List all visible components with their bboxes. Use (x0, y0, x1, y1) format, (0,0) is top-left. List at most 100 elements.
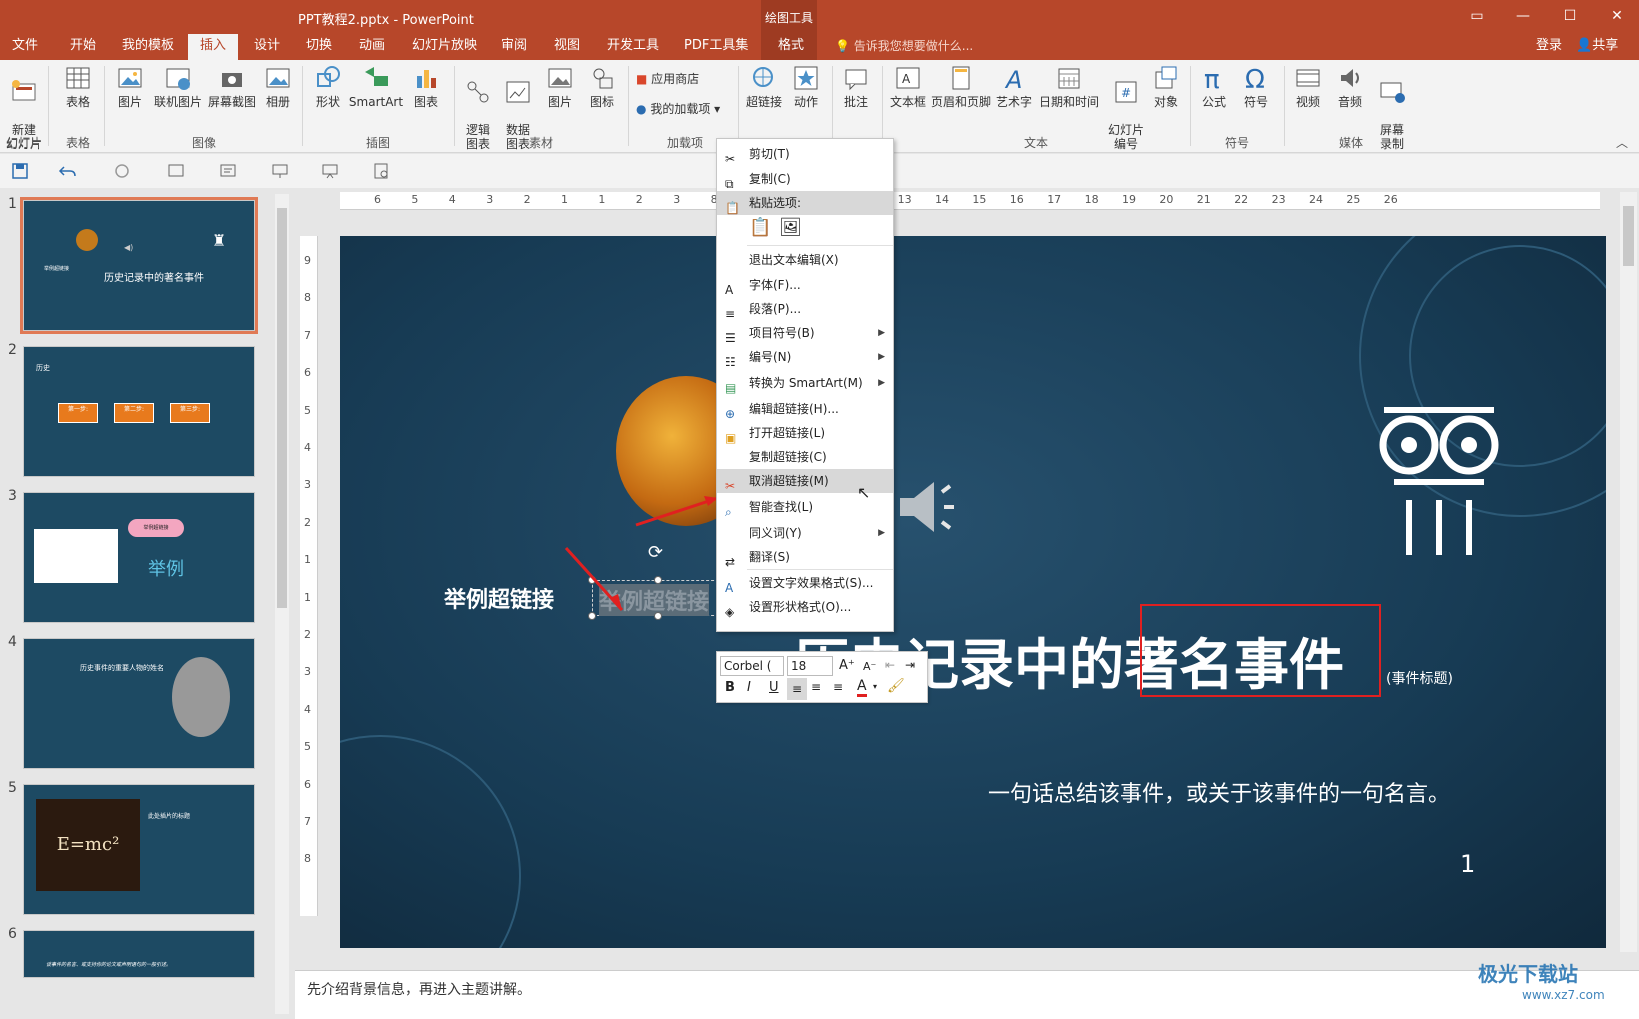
increase-indent-icon[interactable]: ⇥ (905, 658, 915, 672)
scrollbar-thumb[interactable] (277, 208, 287, 608)
app-store-button[interactable]: ■ 应用商店 (636, 72, 716, 86)
redo-icon[interactable] (112, 162, 132, 180)
paste-keep-format-icon[interactable]: 📋 (749, 217, 771, 241)
menu-format-shape[interactable]: ◈ 设置形状格式(O)... (717, 595, 893, 619)
equation-button[interactable]: π 公式 (1196, 64, 1232, 109)
font-color-dropdown-icon[interactable]: ▾ (873, 682, 877, 691)
grow-font-icon[interactable]: A⁺ (839, 658, 855, 673)
paste-picture-icon[interactable]: 🖼 (779, 217, 802, 241)
login-link[interactable]: 登录 (1536, 34, 1562, 58)
symbol-button[interactable]: Ω 符号 (1238, 64, 1274, 109)
slide-thumbnail-1[interactable]: ◀) ♜ 举例超链接 历史记录中的著名事件 (20, 197, 258, 334)
textbox-qat-icon[interactable] (218, 162, 238, 180)
tab-slideshow[interactable]: 幻灯片放映 (408, 34, 481, 60)
header-footer-button[interactable]: 页眉和页脚 (930, 64, 992, 109)
menu-convert-smartart[interactable]: ▤ 转换为 SmartArt(M) ▶ (717, 371, 893, 395)
align-right-icon[interactable]: ≡ (833, 680, 843, 694)
chart-button[interactable]: 图表 (408, 64, 444, 109)
menu-format-text-effects[interactable]: A 设置文字效果格式(S)... (717, 571, 893, 595)
datetime-button[interactable]: 日期和时间 (1038, 64, 1100, 109)
textbox-button[interactable]: A 文本框 (888, 64, 928, 109)
menu-edit-hyperlink[interactable]: ⊕ 编辑超链接(H)... (717, 397, 893, 421)
italic-button[interactable]: I (747, 680, 751, 695)
presentation-icon[interactable] (320, 162, 340, 180)
font-color-icon[interactable]: A (857, 678, 867, 697)
minimize-button[interactable]: — (1508, 4, 1538, 28)
material-picture-button[interactable]: 图片 (542, 64, 578, 109)
slide-subtitle[interactable]: 一句话总结该事件，或关于该事件的一句名言。 (988, 776, 1450, 808)
horizontal-ruler[interactable]: 6543211238910111213141516171819202122232… (340, 192, 1600, 210)
icon-button[interactable]: 图标 (584, 64, 620, 109)
restore-ribbon-icon[interactable]: ▭ (1462, 4, 1492, 28)
video-button[interactable]: 视频 (1290, 64, 1326, 109)
album-button[interactable]: 相册 (260, 64, 296, 109)
preview-icon[interactable] (372, 162, 392, 180)
thumbnail-scrollbar[interactable] (275, 194, 289, 1014)
font-size-select[interactable]: 18 (787, 656, 833, 676)
shapes-button[interactable]: 形状 (310, 64, 346, 109)
tab-design[interactable]: 设计 (250, 34, 284, 60)
save-icon[interactable] (10, 162, 30, 180)
tab-animations[interactable]: 动画 (355, 34, 389, 60)
decrease-indent-icon[interactable]: ⇤ (885, 658, 895, 672)
shrink-font-icon[interactable]: A⁻ (863, 660, 876, 673)
menu-exit-text-edit[interactable]: 退出文本编辑(X) (717, 248, 893, 272)
menu-bullets[interactable]: ☰ 项目符号(B) ▶ (717, 321, 893, 345)
notes-pane[interactable]: 先介绍背景信息，再进入主题讲解。 (295, 970, 1639, 1019)
menu-font[interactable]: A 字体(F)... (717, 273, 893, 297)
from-beginning-icon[interactable] (166, 162, 186, 180)
action-button[interactable]: 动作 (788, 64, 824, 109)
menu-copy[interactable]: ⧉ 复制(C) (717, 167, 893, 191)
hyperlink-button[interactable]: 超链接 (744, 64, 784, 109)
menu-numbering[interactable]: ☷ 编号(N) ▶ (717, 345, 893, 369)
presenter-icon[interactable] (270, 162, 290, 180)
picture-button[interactable]: 图片 (112, 64, 148, 109)
table-button[interactable]: 表格 (60, 64, 96, 109)
menu-cut[interactable]: ✂ 剪切(T) (717, 142, 893, 166)
undo-icon[interactable] (58, 162, 78, 180)
notes-text[interactable]: 先介绍背景信息，再进入主题讲解。 (307, 979, 531, 999)
scrollbar-thumb[interactable] (1623, 206, 1634, 266)
menu-translate[interactable]: ⇄ 翻译(S) (717, 545, 893, 569)
tab-transitions[interactable]: 切换 (302, 34, 336, 60)
maximize-button[interactable]: ☐ (1555, 4, 1585, 28)
menu-copy-hyperlink[interactable]: 复制超链接(C) (717, 445, 893, 469)
tab-my-templates[interactable]: 我的模板 (118, 34, 178, 60)
tab-pdf-tools[interactable]: PDF工具集 (680, 34, 752, 60)
menu-open-hyperlink[interactable]: ▣ 打开超链接(L) (717, 421, 893, 445)
bold-button[interactable]: B (725, 680, 735, 695)
slide-thumbnail-5[interactable]: E=mc² 此处插片的标题 (23, 784, 255, 915)
underline-button[interactable]: U (769, 680, 779, 695)
slide-thumbnail-2[interactable]: 历史 第一步: 第二步: 第三步: (23, 346, 255, 477)
collapse-ribbon-icon[interactable]: ︿ (1616, 134, 1628, 151)
slide-thumbnail-3[interactable]: 举例超链接 举例 (23, 492, 255, 623)
slide-scrollbar[interactable] (1620, 192, 1637, 952)
tab-review[interactable]: 审阅 (497, 34, 531, 60)
tab-insert[interactable]: 插入 (188, 34, 238, 60)
tab-home[interactable]: 开始 (66, 34, 100, 60)
my-addins-button[interactable]: ● 我的加载项 ▾ (636, 102, 728, 116)
slide-canvas[interactable]: 举例超链接 举例超链接 ⟳ 历史记录中的著名事件 (事件标题) 一句话总结该事件… (340, 236, 1606, 948)
audio-button[interactable]: 音频 (1332, 64, 1368, 109)
menu-synonyms[interactable]: 同义词(Y) ▶ (717, 521, 893, 545)
share-button[interactable]: 👤共享 (1576, 34, 1618, 58)
wordart-button[interactable]: A 艺术字 (994, 64, 1034, 109)
menu-smart-lookup[interactable]: ⌕ 智能查找(L) (717, 495, 893, 519)
tell-me-search[interactable]: 💡 告诉我您想要做什么... (835, 34, 973, 58)
tab-view[interactable]: 视图 (550, 34, 584, 60)
align-center-icon[interactable]: ≡ (811, 680, 821, 694)
object-button[interactable]: 对象 (1148, 64, 1184, 109)
font-name-select[interactable]: Corbel ( (720, 656, 784, 676)
menu-paragraph[interactable]: ≡ 段落(P)... (717, 297, 893, 321)
smartart-button[interactable]: SmartArt (348, 64, 404, 109)
comment-button[interactable]: 批注 (838, 64, 874, 109)
slide-thumbnail-6[interactable]: 谈事件的名言、或支持你的论文或声明语句的一般引述。 (23, 930, 255, 978)
screenshot-button[interactable]: 屏幕截图 (206, 64, 258, 109)
tab-file[interactable]: 文件 (8, 34, 42, 60)
tab-format[interactable]: 格式 (774, 34, 808, 60)
format-painter-icon[interactable]: 🖌 (887, 678, 905, 694)
tab-developer[interactable]: 开发工具 (603, 34, 663, 60)
vertical-ruler[interactable]: 9 8 7 6 5 4 3 2 1 1 2 3 4 5 6 7 8 (300, 236, 318, 916)
slide-thumbnail-4[interactable]: 历史事件的重要人物的姓名 (23, 638, 255, 769)
align-left-icon[interactable]: ≡ (787, 678, 807, 700)
